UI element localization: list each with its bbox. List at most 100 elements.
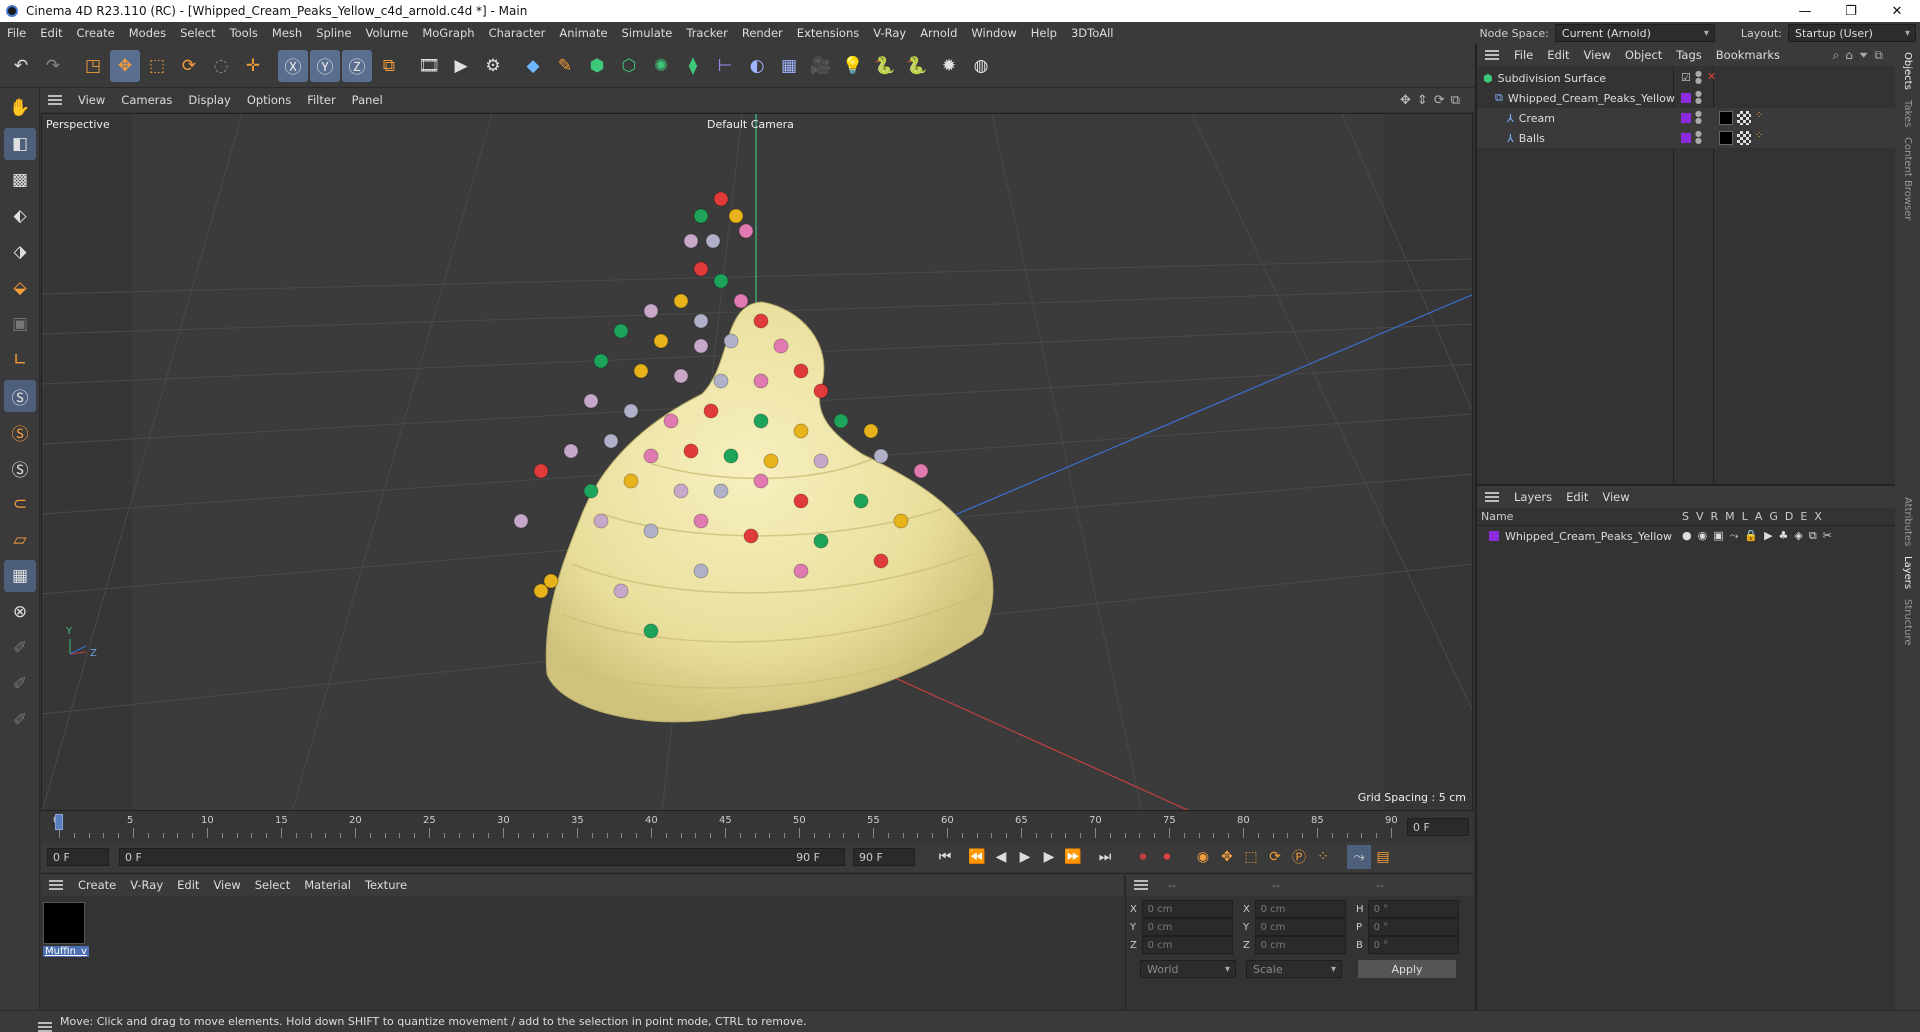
layer-menu-icon[interactable] (1485, 492, 1499, 502)
go-to-start-icon[interactable]: ⏮ (933, 845, 957, 869)
material-menu-select[interactable]: Select (248, 878, 297, 892)
menu-render[interactable]: Render (735, 26, 790, 40)
coords-menu-icon[interactable] (1134, 880, 1148, 890)
scale-tool-icon[interactable]: ⬚ (142, 50, 172, 82)
boole-icon[interactable]: ⧫ (678, 50, 708, 82)
undo-icon[interactable]: ↶ (6, 50, 36, 82)
viewport-menu-options[interactable]: Options (239, 93, 299, 107)
python-2-icon[interactable]: 🐍 (902, 50, 932, 82)
menu-help[interactable]: Help (1024, 26, 1064, 40)
sculpt-icon[interactable]: ✐ (4, 668, 36, 700)
apply-button[interactable]: Apply (1358, 960, 1456, 978)
arnold-tag-icon[interactable]: ⁘ (1755, 130, 1763, 141)
polygon-mode-icon[interactable]: ⬙ (4, 272, 36, 304)
record-icon[interactable]: ⏺ (1131, 845, 1155, 869)
tab-takes[interactable]: Takes (1902, 98, 1913, 129)
key-scale-icon[interactable]: ⬚ (1239, 845, 1263, 869)
node-space-select[interactable]: Current (Arnold) (1554, 24, 1715, 42)
key-pla-icon[interactable]: ⁘ (1311, 845, 1335, 869)
object-menu-edit[interactable]: Edit (1540, 48, 1576, 62)
tab-attributes[interactable]: Attributes (1902, 495, 1913, 548)
previous-key-icon[interactable]: ⏪ (965, 845, 989, 869)
tab-objects[interactable]: Objects (1902, 50, 1913, 92)
texture-mode-icon[interactable]: ▩ (4, 164, 36, 196)
menu-select[interactable]: Select (173, 26, 222, 40)
material-menu-view[interactable]: View (206, 878, 247, 892)
quantize-icon[interactable]: Ⓢ (4, 452, 36, 484)
menu-tracker[interactable]: Tracker (679, 26, 735, 40)
cube-icon[interactable]: ◆ (518, 50, 548, 82)
object-menu-object[interactable]: Object (1618, 48, 1669, 62)
layer-menu-edit[interactable]: Edit (1559, 490, 1595, 504)
viewport-menu-cameras[interactable]: Cameras (113, 93, 180, 107)
material-menu-edit[interactable]: Edit (170, 878, 206, 892)
coord-value-field[interactable]: 0 cm (1254, 936, 1346, 954)
object-menu-tags[interactable]: Tags (1669, 48, 1708, 62)
layer-color-tag[interactable] (1681, 93, 1691, 103)
end-frame-field[interactable]: 90 F (853, 848, 915, 866)
grid-plane-icon[interactable]: ▦ (4, 560, 36, 592)
next-key-icon[interactable]: ⏩ (1061, 845, 1085, 869)
object-menu-file[interactable]: File (1507, 48, 1540, 62)
layout-select[interactable]: Startup (User) (1788, 24, 1916, 42)
magnet-icon[interactable]: ⊂ (4, 488, 36, 520)
uv-mode-icon[interactable]: ▣ (4, 308, 36, 340)
object-row[interactable]: ⅄ Balls ● ● ⁘ (1477, 128, 1895, 148)
coord-value-field[interactable]: 0 cm (1254, 918, 1346, 936)
paint-icon[interactable]: ✐ (4, 632, 36, 664)
live-selection-icon[interactable]: ◳ (78, 50, 108, 82)
current-frame-field[interactable]: 0 F (47, 848, 109, 866)
frame-range-slider[interactable]: 0 F 90 F (119, 848, 845, 866)
menu-mesh[interactable]: Mesh (265, 26, 309, 40)
rotate-tool-icon[interactable]: ⟳ (174, 50, 204, 82)
layer-menu-view[interactable]: View (1595, 490, 1636, 504)
snap-icon[interactable]: Ⓢ (4, 380, 36, 412)
close-button[interactable]: ✕ (1874, 0, 1920, 22)
go-to-end-icon[interactable]: ⏭ (1093, 845, 1117, 869)
camera-icon[interactable]: 🎥 (806, 50, 836, 82)
key-position-icon[interactable]: ✥ (1215, 845, 1239, 869)
disable-x-icon[interactable]: ✕ (1707, 70, 1716, 83)
sphere-grid-icon[interactable]: ◍ (966, 50, 996, 82)
enable-checkbox-icon[interactable]: ☑ (1681, 71, 1691, 84)
3d-viewport[interactable]: Y Z Perspective Default Camera Grid Spac… (41, 113, 1473, 811)
menu-vray[interactable]: V-Ray (866, 26, 913, 40)
transform-icon[interactable]: ✛ (238, 50, 268, 82)
menu-animate[interactable]: Animate (552, 26, 614, 40)
menu-tools[interactable]: Tools (223, 26, 265, 40)
menu-edit[interactable]: Edit (33, 26, 69, 40)
pen-spline-icon[interactable]: ✎ (550, 50, 580, 82)
material-swatch[interactable] (43, 902, 85, 944)
object-row[interactable]: ⧉ Whipped_Cream_Peaks_Yellow ● ● (1477, 88, 1895, 108)
auto-key-icon[interactable]: ⏺ (1155, 845, 1179, 869)
x-axis-icon[interactable]: Ⓧ (278, 49, 308, 82)
next-frame-icon[interactable]: ▶ (1037, 845, 1061, 869)
coordinate-system-icon[interactable]: ⧉ (374, 50, 404, 82)
material-menu-material[interactable]: Material (297, 878, 358, 892)
subdivision-icon[interactable]: ⬢ (582, 50, 612, 82)
material-menu-icon[interactable] (49, 880, 63, 890)
layer-row[interactable]: Whipped_Cream_Peaks_Yellow ●◉▣⤳🔒▶♣◈⧉✂ (1477, 526, 1895, 546)
maximize-button[interactable]: ❐ (1828, 0, 1874, 22)
lock-workplane-icon[interactable]: ⊗ (4, 596, 36, 628)
snap-settings-icon[interactable]: Ⓢ (4, 416, 36, 448)
viewport-menu-display[interactable]: Display (180, 93, 238, 107)
move-tool-icon[interactable]: ✥ (110, 49, 140, 82)
material-menu-vray[interactable]: V-Ray (123, 878, 170, 892)
visibility-toggle-icon[interactable]: ● ● (1695, 110, 1702, 125)
object-menu-view[interactable]: View (1577, 48, 1618, 62)
model-mode-icon[interactable]: ◧ (4, 128, 36, 160)
render-view-icon[interactable]: ▶ (446, 50, 476, 82)
menu-modes[interactable]: Modes (122, 26, 173, 40)
coord-value-field[interactable]: 0 ° (1367, 936, 1459, 954)
menu-mograph[interactable]: MoGraph (415, 26, 481, 40)
render-region-icon[interactable]: 🎞 (414, 50, 444, 82)
floor-icon[interactable]: ▦ (774, 50, 804, 82)
tab-layers[interactable]: Layers (1902, 554, 1913, 591)
material-tag-icon[interactable] (1719, 111, 1733, 125)
coord-value-field[interactable]: 0 cm (1141, 918, 1233, 936)
texture-tag-icon[interactable] (1737, 111, 1751, 125)
menu-extensions[interactable]: Extensions (790, 26, 866, 40)
layer-color-tag[interactable] (1681, 133, 1691, 143)
field-icon[interactable]: ◐ (742, 50, 772, 82)
